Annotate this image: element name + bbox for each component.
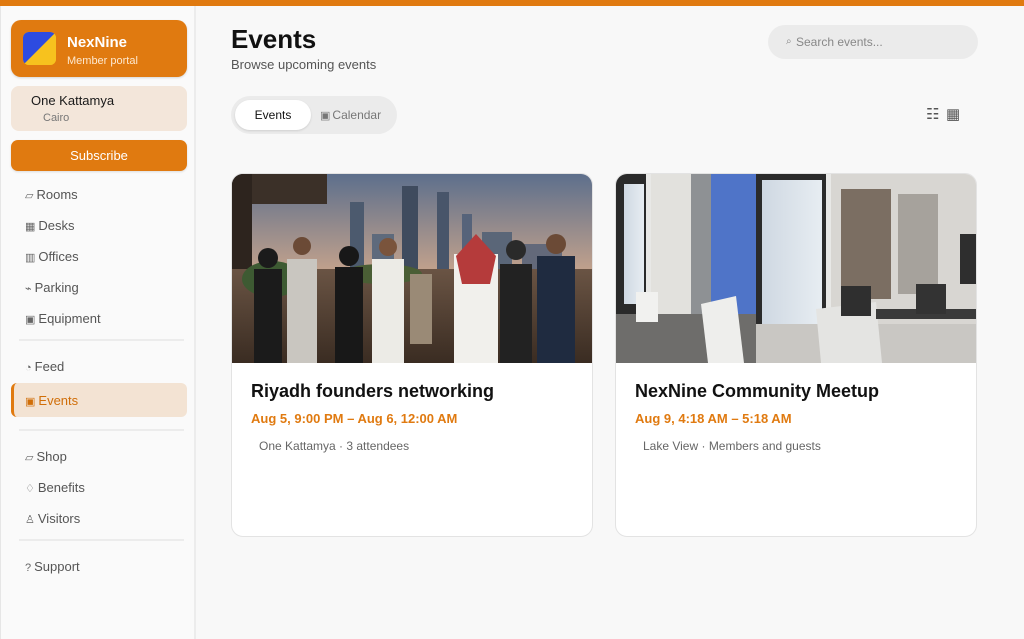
feed-icon: ◔ [25,362,32,374]
desks-icon: ▦ [25,221,36,233]
brand-card[interactable]: NexNine Member portal [11,20,187,77]
sidebar-item-label: Rooms [36,187,78,202]
event-date: Aug 5, 9:00 PM – Aug 6, 12:00 AM [251,411,458,426]
sidebar-item-label: Events [38,393,79,408]
search-icon: ⌕ [786,36,792,47]
sidebar-item-label: Parking [34,280,79,295]
sidebar-item-equipment[interactable]: ▣ Equipment [25,311,101,326]
shop-icon: ▱ [25,452,34,464]
event-image-networking [232,174,592,363]
page-title: Events [231,24,317,54]
grid-view-icon[interactable]: ▦ [946,105,960,123]
view-toggle: Events ▣ Calendar [231,96,397,134]
sidebar-item-label: Shop [36,449,67,464]
sidebar-item-visitors[interactable]: ♙ Visitors [25,511,80,526]
benefits-icon: ♢ [25,483,35,495]
visitors-icon: ♙ [25,514,35,526]
sidebar-item-label: Visitors [37,511,81,526]
events-icon: ▣ [25,396,36,408]
location-name: One Kattamya [31,93,115,108]
event-card[interactable]: NexNine Community Meetup Aug 9, 4:18 AM … [615,173,977,537]
tab-events[interactable]: Events [235,100,311,130]
sidebar-item-support[interactable]: ? Support [25,559,80,574]
sidebar: NexNine Member portal One Kattamya Cairo… [0,6,196,639]
page-subtitle: Browse upcoming events [231,57,377,72]
sidebar-item-label: Desks [38,218,75,233]
sidebar-item-label: Benefits [37,480,85,495]
event-meta: One Kattamya · 3 attendees [259,439,410,453]
help-icon: ? [25,562,32,574]
location-city: Cairo [43,112,70,124]
sidebar-divider [19,339,184,341]
sidebar-item-events-label[interactable]: ▣ Events [25,393,78,408]
calendar-icon: ▣ [320,110,331,122]
sidebar-item-label: Offices [38,249,79,264]
sidebar-item-rooms[interactable]: ▱ Rooms [25,187,78,202]
event-date: Aug 9, 4:18 AM – 5:18 AM [635,411,792,426]
list-view-icon[interactable]: ☷ [926,105,939,123]
sidebar-divider [19,429,184,431]
sidebar-item-offices[interactable]: ▥ Offices [25,249,79,264]
parking-icon: ⌁ [25,283,32,295]
tab-calendar[interactable]: ▣ Calendar [320,108,381,122]
tab-calendar-label: Calendar [332,108,382,122]
event-card[interactable]: Riyadh founders networking Aug 5, 9:00 P… [231,173,593,537]
sidebar-divider [19,539,184,541]
offices-icon: ▥ [25,252,36,264]
sidebar-item-parking[interactable]: ⌁ Parking [25,280,79,295]
sidebar-item-shop[interactable]: ▱ Shop [25,449,67,464]
sidebar-item-feed[interactable]: ◔ Feed [25,359,64,374]
rooms-icon: ▱ [25,190,34,202]
event-image-meetup [616,174,976,363]
search-box[interactable]: ⌕ [768,25,978,59]
event-meta: Lake View · Members and guests [643,439,821,453]
event-title: NexNine Community Meetup [635,381,880,401]
location-selector[interactable]: One Kattamya Cairo [11,86,187,131]
search-input[interactable] [796,33,966,51]
sidebar-item-label: Feed [34,359,65,374]
brand-subtitle: Member portal [67,55,138,67]
brand-name: NexNine [67,34,128,51]
event-title: Riyadh founders networking [251,381,495,401]
sidebar-item-benefits[interactable]: ♢ Benefits [25,480,85,495]
subscribe-button[interactable]: Subscribe [11,140,187,171]
brand-logo [23,32,56,65]
equipment-icon: ▣ [25,314,36,326]
sidebar-item-label: Support [34,559,80,574]
sidebar-item-desks[interactable]: ▦ Desks [25,218,75,233]
sidebar-item-label: Equipment [38,311,101,326]
